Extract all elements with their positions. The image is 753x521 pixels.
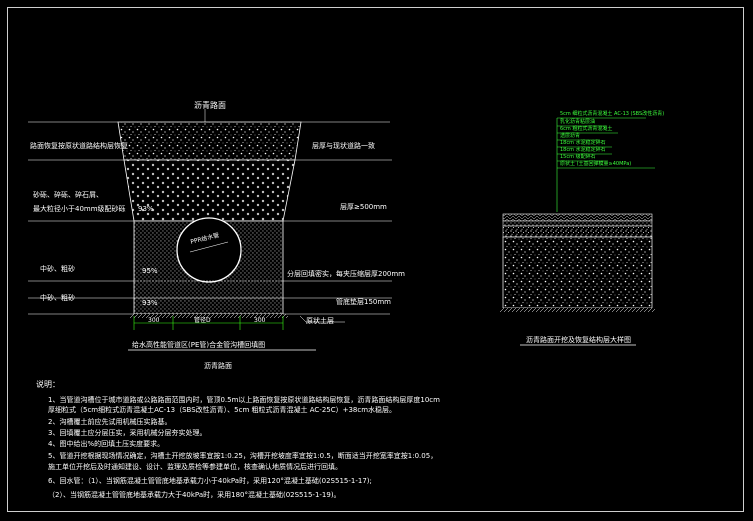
left-label-2: 砂砾、碎砾、碎石屑、 (33, 191, 103, 199)
right-diagram-title: 沥青路面开挖及恢复结构层大样图 (526, 336, 631, 344)
note-line-6: 5、管道开挖根据现场情况确定，沟槽土开挖放坡率宜按1:0.25，沟槽开挖坡度率宜… (48, 452, 438, 460)
compaction-1: 93% (138, 205, 154, 213)
layer-label-1: 5cm 细粒式沥青混凝土 AC-13 (SBS改性沥青) (560, 111, 665, 117)
dim-left: 300 (148, 317, 160, 324)
note-line-1: 1、当管道沟槽位于城市道路或公路路面范围内时，管顶0.5m以上路面恢复按原状道路… (48, 396, 440, 404)
note-line-9: （2）、当钢筋混凝土管管底地基承载力大于40kPa时，采用180°混凝土基础(0… (48, 491, 341, 499)
asphalt-layer (117, 121, 302, 161)
layer-label-6: 18cm 水泥稳定碎石 (560, 147, 606, 153)
note-line-3: 2、沟槽覆土前应先试用机械压实路基。 (48, 418, 172, 426)
dim-right: 300 (254, 317, 266, 324)
base-layer-1 (502, 220, 653, 227)
notes-heading: 说明： (36, 380, 60, 389)
note-line-7: 施工单位开挖后及时通知建设、设计、监理及质检等参建单位，核查确认地质情况后进行回… (48, 463, 342, 471)
left-label-5: 中砂、粗砂 (40, 294, 75, 302)
left-diagram-subtitle: 沥青路面 (204, 362, 232, 370)
layer-label-2: 乳化沥青粘层油 (560, 119, 596, 125)
layer-label-8: 原状土 (土基回弹模量≥40MPa) (560, 161, 632, 167)
subgrade-layer (502, 236, 653, 309)
right-label-5: 原状土层 (306, 317, 334, 325)
right-label-1: 层厚与现状道路一致 (312, 142, 375, 150)
compaction-2: 95% (142, 267, 158, 275)
right-label-4: 管底垫层150mm (336, 298, 391, 306)
dim-center: 管径D (194, 317, 211, 324)
layer-label-3: 6cm 粗粒式沥青混凝土 (560, 126, 613, 132)
ground-hatch (500, 308, 655, 312)
left-label-4: 中砂、粗砂 (40, 265, 75, 273)
top-label: 沥青路面 (194, 101, 226, 110)
surface-layer (502, 213, 653, 222)
pipe-circle (176, 217, 242, 283)
left-label-3: 最大粒径小于40mm级配砂砾 (33, 205, 126, 213)
layer-label-5: 18cm 水泥稳定碎石 (560, 140, 606, 146)
note-line-8: 6、回水管：（1）、当钢筋混凝土管管底地基承载力小于40kPa时，采用120°混… (48, 477, 372, 485)
note-line-2: 厚细粒式（5cm细粒式沥青混凝土AC-13（SBS改性沥青）、5cm 粗粒式沥青… (48, 406, 397, 414)
layer-label-7: 15cm 级配碎石 (560, 154, 596, 160)
right-label-3: 分层回填密实，每夹压缩层厚200mm (287, 270, 405, 278)
left-label-1: 路面恢复按原状道路结构层恢复 (30, 142, 128, 150)
left-diagram-title: 给水高性能管道区(PE管)合金管沟槽回填图 (132, 341, 266, 349)
compaction-3: 93% (142, 299, 158, 307)
base-layer-2 (502, 225, 653, 238)
layer-label-4: 透层沥青 (560, 133, 581, 139)
note-line-5: 4、图中给出%的回填土压实度要求。 (48, 440, 165, 448)
note-line-4: 3、回填覆土应分层压实，采用机械分层夯实处理。 (48, 429, 207, 437)
right-label-2: 层厚≥500mm (340, 203, 387, 211)
